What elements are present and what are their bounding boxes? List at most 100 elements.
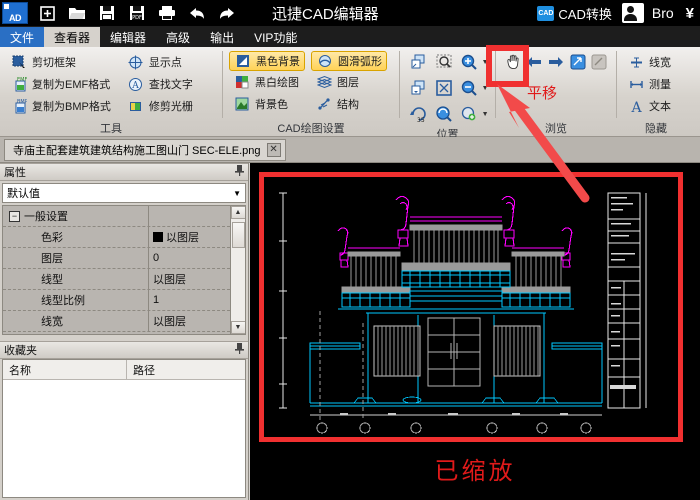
show-points-button[interactable]: 显示点 [123, 51, 197, 73]
show-points-label: 显示点 [148, 57, 182, 69]
zoom-in-icon[interactable] [456, 49, 481, 75]
position-row-1: ▼ [406, 49, 489, 75]
trim-raster-button[interactable]: 修剪光栅 [123, 95, 197, 117]
zoom-window-icon[interactable] [406, 49, 431, 75]
copy-emf-button[interactable]: EMF 复制为EMF格式 [6, 73, 115, 95]
back-arrow-icon[interactable] [524, 49, 546, 75]
tab-advanced[interactable]: 高级 [156, 27, 200, 48]
property-name-linetype: 线型 [41, 274, 63, 286]
text-icon: A [627, 97, 645, 115]
pan-hand-button[interactable] [502, 49, 524, 75]
open-folder-icon[interactable] [62, 1, 92, 25]
property-value-layer[interactable]: 0 [148, 248, 230, 268]
layers-button[interactable]: 图层 [311, 71, 387, 93]
left-dock-panel: 属性 默认值 ▼ − 一般设置 色彩 以图层 图层 0 线型 以图层 线型比例 … [0, 163, 249, 500]
zoom-object-dropdown-caret[interactable]: ▼ [481, 101, 489, 127]
property-row-linetype[interactable]: 线型 以图层 [3, 269, 230, 290]
currency-icon[interactable]: ¥ [686, 5, 694, 22]
ribbon: 剪切框架 EMF 复制为EMF格式 BMP 复制为BMP格式 显示点 A 查找文… [0, 47, 700, 141]
text-button[interactable]: A 文本 [623, 95, 675, 117]
tab-viewer[interactable]: 查看器 [44, 27, 101, 48]
copy-view-icon[interactable] [588, 49, 610, 75]
cad-convert-icon[interactable]: CAD [537, 5, 555, 21]
find-text-icon: A [127, 75, 145, 93]
cad-editor-window: AD PDF 迅捷CAD编辑器 CAD CAD转换 Bro ¥ 文件 查看器 编… [0, 0, 700, 500]
forward-arrow-icon[interactable] [545, 49, 567, 75]
titlebar-right-actions: CAD CAD转换 Bro ¥ [537, 0, 700, 26]
background-color-button[interactable]: 背景色 [229, 93, 305, 115]
copy-bmp-label: 复制为BMP格式 [32, 101, 111, 113]
zoom-extents-icon[interactable] [431, 75, 456, 101]
zoom-previous-icon[interactable] [406, 75, 431, 101]
property-value-linetype-scale[interactable]: 1 [148, 290, 230, 310]
zoom-out-icon[interactable] [456, 75, 481, 101]
copy-emf-label: 复制为EMF格式 [32, 79, 111, 91]
measure-button[interactable]: 测量 [623, 73, 675, 95]
cut-frame-button[interactable]: 剪切框架 [6, 51, 115, 73]
property-group-label: 一般设置 [24, 211, 68, 223]
property-set-selector[interactable]: 默认值 ▼ [2, 183, 246, 203]
property-group-value [148, 206, 230, 226]
redo-icon[interactable] [212, 1, 242, 25]
find-text-button[interactable]: A 查找文字 [123, 73, 197, 95]
scroll-down-icon[interactable]: ▼ [230, 321, 245, 334]
new-file-icon[interactable] [32, 1, 62, 25]
property-value-lineweight[interactable]: 以图层 [148, 311, 230, 331]
zoom-select-icon[interactable] [431, 49, 456, 75]
property-value-color[interactable]: 以图层 [148, 227, 230, 247]
favorites-column-name[interactable]: 名称 [3, 360, 127, 379]
properties-scrollbar[interactable]: ▲ ▼ [230, 206, 245, 334]
zoom-in-dropdown-caret[interactable]: ▼ [481, 49, 489, 75]
black-background-button[interactable]: 黑色背景 [229, 51, 305, 71]
save-icon[interactable] [92, 1, 122, 25]
zoom-out-dropdown-caret[interactable]: ▼ [481, 75, 489, 101]
line-width-icon [627, 53, 645, 71]
line-width-button[interactable]: 线宽 [623, 51, 675, 73]
zoom-object-icon[interactable] [456, 101, 481, 127]
document-tab-label: 寺庙主配套建筑建筑结构施工图山门 SEC-ELE.png [13, 144, 261, 157]
scroll-up-icon[interactable]: ▲ [230, 206, 245, 219]
bw-drawing-icon [233, 73, 251, 91]
tab-vip[interactable]: VIP功能 [244, 27, 307, 48]
property-row-color[interactable]: 色彩 以图层 [3, 227, 230, 248]
structure-button[interactable]: 结构 [311, 93, 387, 115]
property-set-value: 默认值 [7, 188, 40, 200]
tab-file[interactable]: 文件 [0, 27, 45, 48]
bw-drawing-button[interactable]: 黑白绘图 [229, 71, 305, 93]
cad-convert-label[interactable]: CAD转换 [558, 4, 611, 23]
smooth-arc-icon [316, 52, 334, 70]
property-row-linetype-scale[interactable]: 线型比例 1 [3, 290, 230, 311]
collapse-icon[interactable]: − [9, 210, 20, 222]
tab-output[interactable]: 输出 [200, 27, 244, 48]
pan-annotation-text: 平移 [527, 85, 558, 102]
tab-editor[interactable]: 编辑器 [100, 27, 156, 48]
zoom-realtime-icon[interactable] [431, 101, 456, 127]
property-value-linetype[interactable]: 以图层 [148, 269, 230, 289]
property-row-lineweight[interactable]: 线宽 以图层 [3, 311, 230, 332]
zoom-annotation-label: 已缩放 [434, 458, 516, 485]
export-view-icon[interactable] [567, 49, 589, 75]
property-name-color: 色彩 [41, 232, 63, 244]
scrollbar-thumb[interactable] [231, 222, 245, 248]
favorites-table[interactable]: 名称 路径 [2, 359, 246, 498]
copy-bmp-button[interactable]: BMP 复制为BMP格式 [6, 95, 115, 117]
print-icon[interactable] [152, 1, 182, 25]
drawing-canvas[interactable]: 已缩放 [250, 163, 700, 500]
measure-icon [627, 75, 645, 93]
favorites-column-path[interactable]: 路径 [127, 360, 245, 379]
user-name-label[interactable]: Bro [652, 5, 674, 21]
property-group-row[interactable]: − 一般设置 [3, 206, 230, 227]
property-row-layer[interactable]: 图层 0 [3, 248, 230, 269]
document-tab[interactable]: 寺庙主配套建筑建筑结构施工图山门 SEC-ELE.png ✕ [4, 138, 286, 161]
undo-icon[interactable] [182, 1, 212, 25]
smooth-arc-button[interactable]: 圆滑弧形 [311, 51, 387, 71]
hide-column-1: 线宽 测量 A 文本 [623, 51, 675, 121]
user-account-icon[interactable] [621, 3, 644, 23]
pin-icon[interactable] [235, 343, 244, 357]
svg-text:35: 35 [417, 117, 425, 123]
save-pdf-icon[interactable]: PDF [122, 1, 152, 25]
trim-raster-label: 修剪光栅 [148, 101, 193, 113]
close-icon[interactable]: ✕ [266, 142, 281, 157]
rotate-35-icon[interactable]: 35 [406, 101, 431, 127]
pin-icon[interactable] [235, 165, 244, 179]
